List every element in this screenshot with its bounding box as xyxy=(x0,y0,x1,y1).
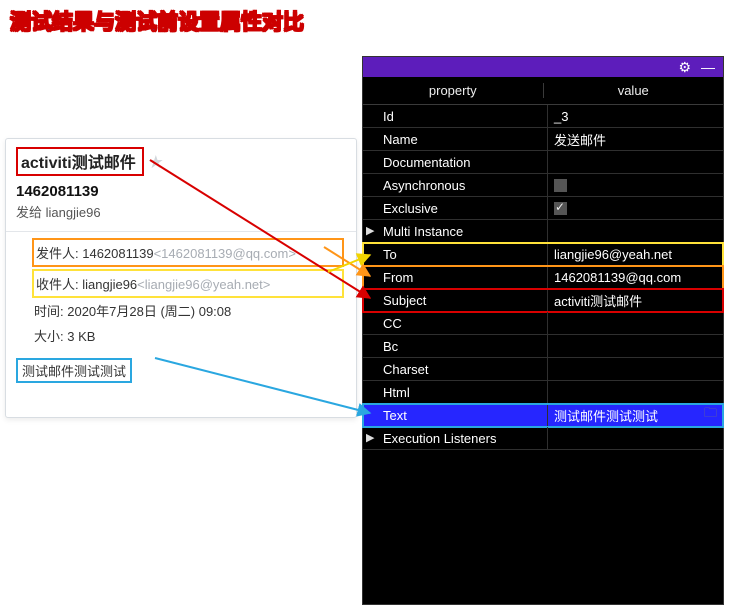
email-sender-id: 1462081139 xyxy=(16,183,346,200)
prop-execution-listeners[interactable]: ▶ Execution Listeners xyxy=(363,427,723,450)
prop-multi-instance[interactable]: ▶ Multi Instance xyxy=(363,220,723,243)
expand-icon[interactable]: ▶ xyxy=(366,224,374,237)
header-value: value xyxy=(544,83,724,98)
email-to-line: 发给 liangjie96 xyxy=(16,202,346,221)
page-title: 测试结果与测试前设置属性对比 xyxy=(10,6,304,36)
prop-from[interactable]: From1462081139@qq.com xyxy=(363,266,723,289)
prop-bc[interactable]: Bc xyxy=(363,335,723,358)
email-time-row: 时间: 2020年7月28日 (周二) 09:08 xyxy=(32,298,344,323)
prop-exclusive[interactable]: Exclusive xyxy=(363,197,723,220)
minimize-icon[interactable]: — xyxy=(701,60,715,74)
prop-text[interactable]: Text 测试邮件测试测试 🗀 xyxy=(363,404,723,427)
header-property: property xyxy=(363,83,544,98)
prop-documentation[interactable]: Documentation xyxy=(363,151,723,174)
prop-subject[interactable]: Subjectactiviti测试邮件 xyxy=(363,289,723,312)
panel-titlebar: ⚙ — xyxy=(363,57,723,77)
email-recipient-row: 收件人: liangjie96<liangjie96@yeah.net> xyxy=(32,269,344,298)
prop-cc[interactable]: CC xyxy=(363,312,723,335)
prop-html[interactable]: Html xyxy=(363,381,723,404)
prop-name[interactable]: Name发送邮件 xyxy=(363,128,723,151)
email-body-text: 测试邮件测试测试 xyxy=(16,358,132,383)
prop-id[interactable]: Id_3 xyxy=(363,105,723,128)
email-preview-panel: activiti测试邮件 ★ 1462081139 发给 liangjie96 … xyxy=(5,138,357,418)
folder-icon[interactable]: 🗀 xyxy=(704,404,717,426)
prop-asynchronous[interactable]: Asynchronous xyxy=(363,174,723,197)
checkbox-icon[interactable] xyxy=(554,202,567,215)
divider xyxy=(6,231,356,232)
email-subject: activiti测试邮件 xyxy=(16,147,144,176)
properties-panel: ⚙ — property value Id_3 Name发送邮件 Documen… xyxy=(362,56,724,605)
expand-icon[interactable]: ▶ xyxy=(366,431,374,444)
checkbox-icon[interactable] xyxy=(554,179,567,192)
email-from-row: 发件人: 1462081139<1462081139@qq.com> xyxy=(32,238,344,267)
email-size-row: 大小: 3 KB xyxy=(32,323,344,348)
gear-icon[interactable]: ⚙ xyxy=(678,60,691,74)
prop-charset[interactable]: Charset xyxy=(363,358,723,381)
properties-header: property value xyxy=(363,77,723,105)
prop-to[interactable]: Toliangjie96@yeah.net xyxy=(363,243,723,266)
star-icon[interactable]: ★ xyxy=(148,153,164,171)
